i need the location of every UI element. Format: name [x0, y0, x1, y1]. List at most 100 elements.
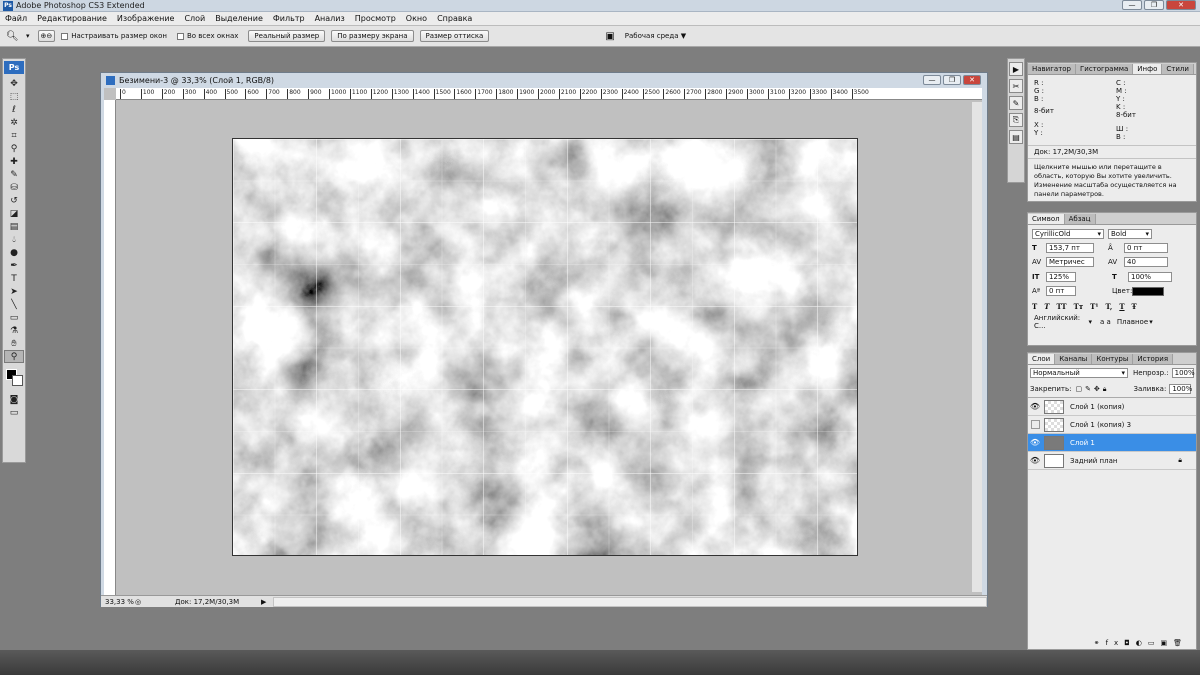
opacity-field[interactable]: 100% [1171, 368, 1195, 378]
adjustment-layer-icon[interactable]: ◐ [1136, 639, 1148, 647]
all-windows-checkbox[interactable] [176, 32, 184, 40]
zoom-in-icon[interactable]: ⊕⊖ [37, 30, 56, 42]
canvas-area[interactable]: 0 100 200 300 400 500 600 700 800 900 1000 1100 1200… [104, 88, 982, 596]
clone-source-icon[interactable]: ⎘ [1009, 113, 1023, 127]
brush-preset-icon[interactable]: ✎ [1009, 96, 1023, 110]
superscript-button[interactable]: T¹ [1090, 302, 1098, 311]
zoom-tool-icon[interactable]: ⚲ [4, 350, 24, 363]
fit-screen-button[interactable]: По размеру экрана [331, 30, 414, 42]
horizontal-ruler[interactable]: 0 100 200 300 400 500 600 700 800 900 1000 1100 1200… [116, 88, 982, 100]
blend-mode-select[interactable]: Нормальный ▾ [1030, 368, 1128, 378]
doc-minimize-button[interactable]: — [923, 75, 941, 85]
menu-analysis[interactable]: Анализ [310, 14, 350, 23]
actual-pixels-button[interactable]: Реальный размер [248, 30, 326, 42]
move-tool-icon[interactable]: ✥ [4, 77, 24, 90]
menu-view[interactable]: Просмотр [350, 14, 401, 23]
tab-history[interactable]: История [1133, 354, 1174, 364]
doc-restore-button[interactable]: ❐ [943, 75, 961, 85]
leading-field[interactable]: 0 пт [1124, 243, 1168, 253]
layer-name[interactable]: Слой 1 [1070, 439, 1095, 447]
faux-bold-button[interactable]: T [1032, 302, 1037, 311]
new-group-icon[interactable]: ▭ [1148, 639, 1161, 647]
visibility-eye-icon[interactable]: 👁 [1028, 402, 1042, 411]
play-icon[interactable]: ▶ [1009, 62, 1023, 76]
close-button[interactable]: ✕ [1166, 0, 1196, 10]
layer-name[interactable]: Слой 1 (копия) [1070, 403, 1124, 411]
chevron-down-icon[interactable]: ▾ [26, 32, 30, 40]
zoom-tool-icon[interactable]: 🔍︎ [6, 31, 26, 42]
crop-tool-icon[interactable]: ⌗ [4, 129, 24, 142]
magic-wand-tool-icon[interactable]: ✲ [4, 116, 24, 129]
restore-button[interactable]: ❐ [1144, 0, 1164, 10]
horizontal-scrollbar[interactable] [273, 596, 987, 607]
tab-histogram[interactable]: Гистограмма [1076, 64, 1134, 74]
tab-styles[interactable]: Стили [1162, 64, 1194, 74]
print-size-button[interactable]: Размер оттиска [419, 30, 490, 42]
baseline-field[interactable]: 0 пт [1046, 286, 1076, 296]
layer-row-selected[interactable]: 👁 Слой 1 [1028, 434, 1196, 452]
menu-window[interactable]: Окно [401, 14, 432, 23]
font-family-select[interactable]: CyrillicOld ▾ [1032, 229, 1104, 239]
gradient-tool-icon[interactable]: ▤ [4, 220, 24, 233]
language-select[interactable]: Английский: С... ▾ [1032, 314, 1094, 330]
tools-icon[interactable]: ✂ [1009, 79, 1023, 93]
dodge-tool-icon[interactable]: ● [4, 246, 24, 259]
delete-layer-icon[interactable]: 🗑 [1173, 639, 1188, 647]
brush-tool-icon[interactable]: ✎ [4, 168, 24, 181]
layer-comps-icon[interactable]: ▤ [1009, 130, 1023, 144]
pen-tool-icon[interactable]: ✒ [4, 259, 24, 272]
eraser-tool-icon[interactable]: ◪ [4, 207, 24, 220]
resize-windows-checkbox[interactable] [61, 32, 69, 40]
resize-windows-option[interactable]: Настраивать размер окон [61, 32, 167, 40]
link-layers-icon[interactable]: ⚭ [1094, 639, 1106, 647]
vertical-scale-field[interactable]: 125% [1046, 272, 1076, 282]
stamp-tool-icon[interactable]: ⛁ [4, 181, 24, 194]
visibility-empty-box[interactable] [1031, 420, 1040, 429]
eyedropper2-tool-icon[interactable]: ⚗ [4, 324, 24, 337]
tab-channels[interactable]: Каналы [1055, 354, 1093, 364]
new-layer-icon[interactable]: ▣ [1160, 639, 1173, 647]
screen-mode-icon[interactable]: ▭ [4, 406, 24, 419]
visibility-eye-icon[interactable]: 👁 [1028, 438, 1042, 447]
menu-help[interactable]: Справка [432, 14, 477, 23]
hand-tool-icon[interactable]: ✋︎ [4, 337, 24, 350]
menu-layer[interactable]: Слой [179, 14, 210, 23]
layer-name[interactable]: Задний план [1070, 457, 1178, 465]
layer-row[interactable]: 👁 Слой 1 (копия) [1028, 398, 1196, 416]
tab-layers[interactable]: Слои [1028, 354, 1056, 364]
menu-filter[interactable]: Фильтр [268, 14, 310, 23]
image-canvas[interactable] [232, 138, 858, 556]
healing-tool-icon[interactable]: ✚ [4, 155, 24, 168]
menu-select[interactable]: Выделение [210, 14, 268, 23]
eyedropper-tool-icon[interactable]: ⚲ [4, 142, 24, 155]
lasso-tool-icon[interactable]: ℓ [4, 103, 24, 116]
antialias-select[interactable]: Плавное ▾ [1115, 317, 1155, 327]
zoom-level[interactable]: 33,33 % [101, 598, 135, 606]
history-brush-tool-icon[interactable]: ↺ [4, 194, 24, 207]
all-windows-option[interactable]: Во всех окнах [176, 32, 238, 40]
taskbar[interactable] [0, 650, 1200, 675]
kerning-field[interactable]: Метричес [1046, 257, 1094, 267]
doc-close-button[interactable]: ✕ [963, 75, 981, 85]
tab-paragraph[interactable]: Абзац [1064, 214, 1096, 224]
faux-italic-button[interactable]: T [1044, 302, 1049, 311]
text-color-swatch[interactable] [1132, 286, 1164, 296]
workspace-menu[interactable]: Рабочая среда ▼ [625, 32, 686, 40]
strikethrough-button[interactable]: Ŧ [1132, 302, 1137, 311]
path-select-tool-icon[interactable]: ➤ [4, 285, 24, 298]
vertical-ruler[interactable] [104, 100, 116, 596]
vertical-scrollbar[interactable] [972, 102, 982, 592]
tracking-field[interactable]: 40 [1124, 257, 1168, 267]
font-style-select[interactable]: Bold ▾ [1108, 229, 1152, 239]
menu-edit[interactable]: Редактирование [32, 14, 112, 23]
subscript-button[interactable]: T, [1105, 302, 1112, 311]
tab-navigator[interactable]: Навигатор [1028, 64, 1076, 74]
fill-field[interactable]: 100% [1169, 384, 1192, 394]
menu-file[interactable]: Файл [0, 14, 32, 23]
line-tool-icon[interactable]: ╲ [4, 298, 24, 311]
visibility-eye-icon[interactable]: 👁 [1028, 456, 1042, 465]
marquee-tool-icon[interactable]: ⬚ [4, 90, 24, 103]
minimize-button[interactable]: — [1122, 0, 1142, 10]
type-tool-icon[interactable]: T [4, 272, 24, 285]
font-size-field[interactable]: 153,7 пт [1046, 243, 1094, 253]
